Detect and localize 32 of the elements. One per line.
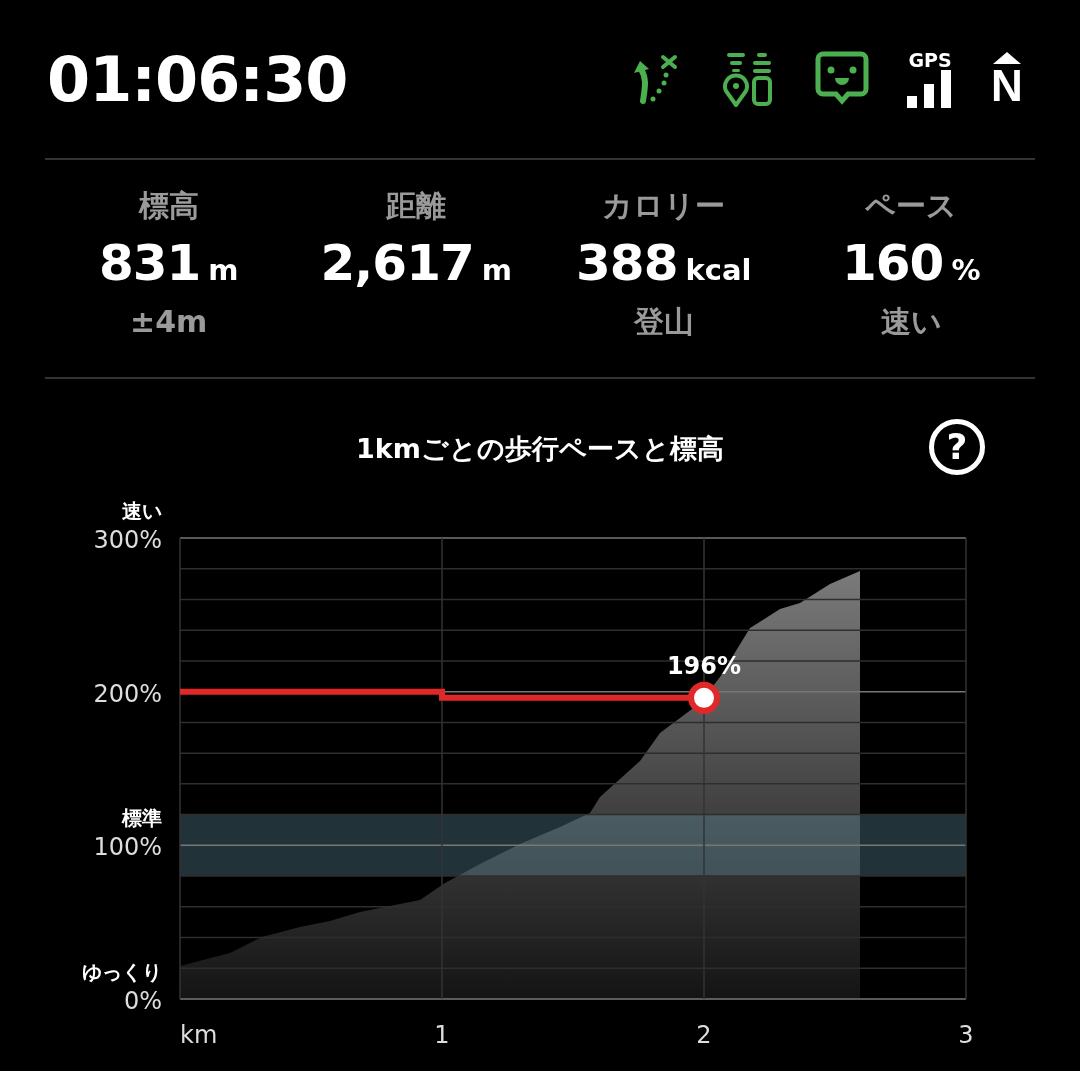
stat-note: ±4m — [130, 303, 208, 341]
stat-label: 標高 — [138, 187, 199, 225]
elapsed-time: 01:06:30 — [47, 42, 348, 116]
x-tick-label: 2 — [696, 1021, 712, 1049]
stat-value: 831 — [98, 233, 201, 294]
stat-unit: m — [481, 253, 512, 287]
stat-label: 距離 — [386, 187, 447, 225]
x-tick-label: 1 — [434, 1021, 450, 1049]
y-tick-label: 200% — [93, 679, 162, 708]
y-tick-label: 100% — [93, 833, 162, 862]
axis-note: ゆっくり — [82, 960, 162, 984]
stat-unit: kcal — [685, 253, 752, 287]
y-tick-label: 300% — [93, 526, 162, 554]
stat-value: 388 — [576, 233, 678, 294]
stat-unit: m — [208, 253, 239, 287]
axis-note: 速い — [122, 499, 162, 523]
stat-value: 2,617 — [320, 233, 474, 294]
stat-value: 160 — [842, 233, 944, 294]
stat-label: ペース — [865, 187, 958, 225]
smiley-chat-icon[interactable] — [815, 51, 869, 107]
help-button[interactable]: ? — [929, 419, 985, 475]
point-label: 196% — [666, 651, 742, 680]
x-tick-label: 3 — [958, 1021, 974, 1049]
chart-title: 1kmごとの歩行ペースと標高 — [356, 432, 724, 466]
pace-point[interactable] — [688, 681, 720, 714]
axis-note: 標準 — [122, 806, 162, 831]
stat-unit: % — [951, 253, 981, 287]
y-tick-label: 0% — [123, 987, 162, 1015]
stat-note: 速い — [880, 303, 942, 341]
x-tick-label: km — [180, 1021, 218, 1049]
stat-label: カロリー — [602, 187, 726, 225]
stat-note: 登山 — [633, 303, 694, 341]
